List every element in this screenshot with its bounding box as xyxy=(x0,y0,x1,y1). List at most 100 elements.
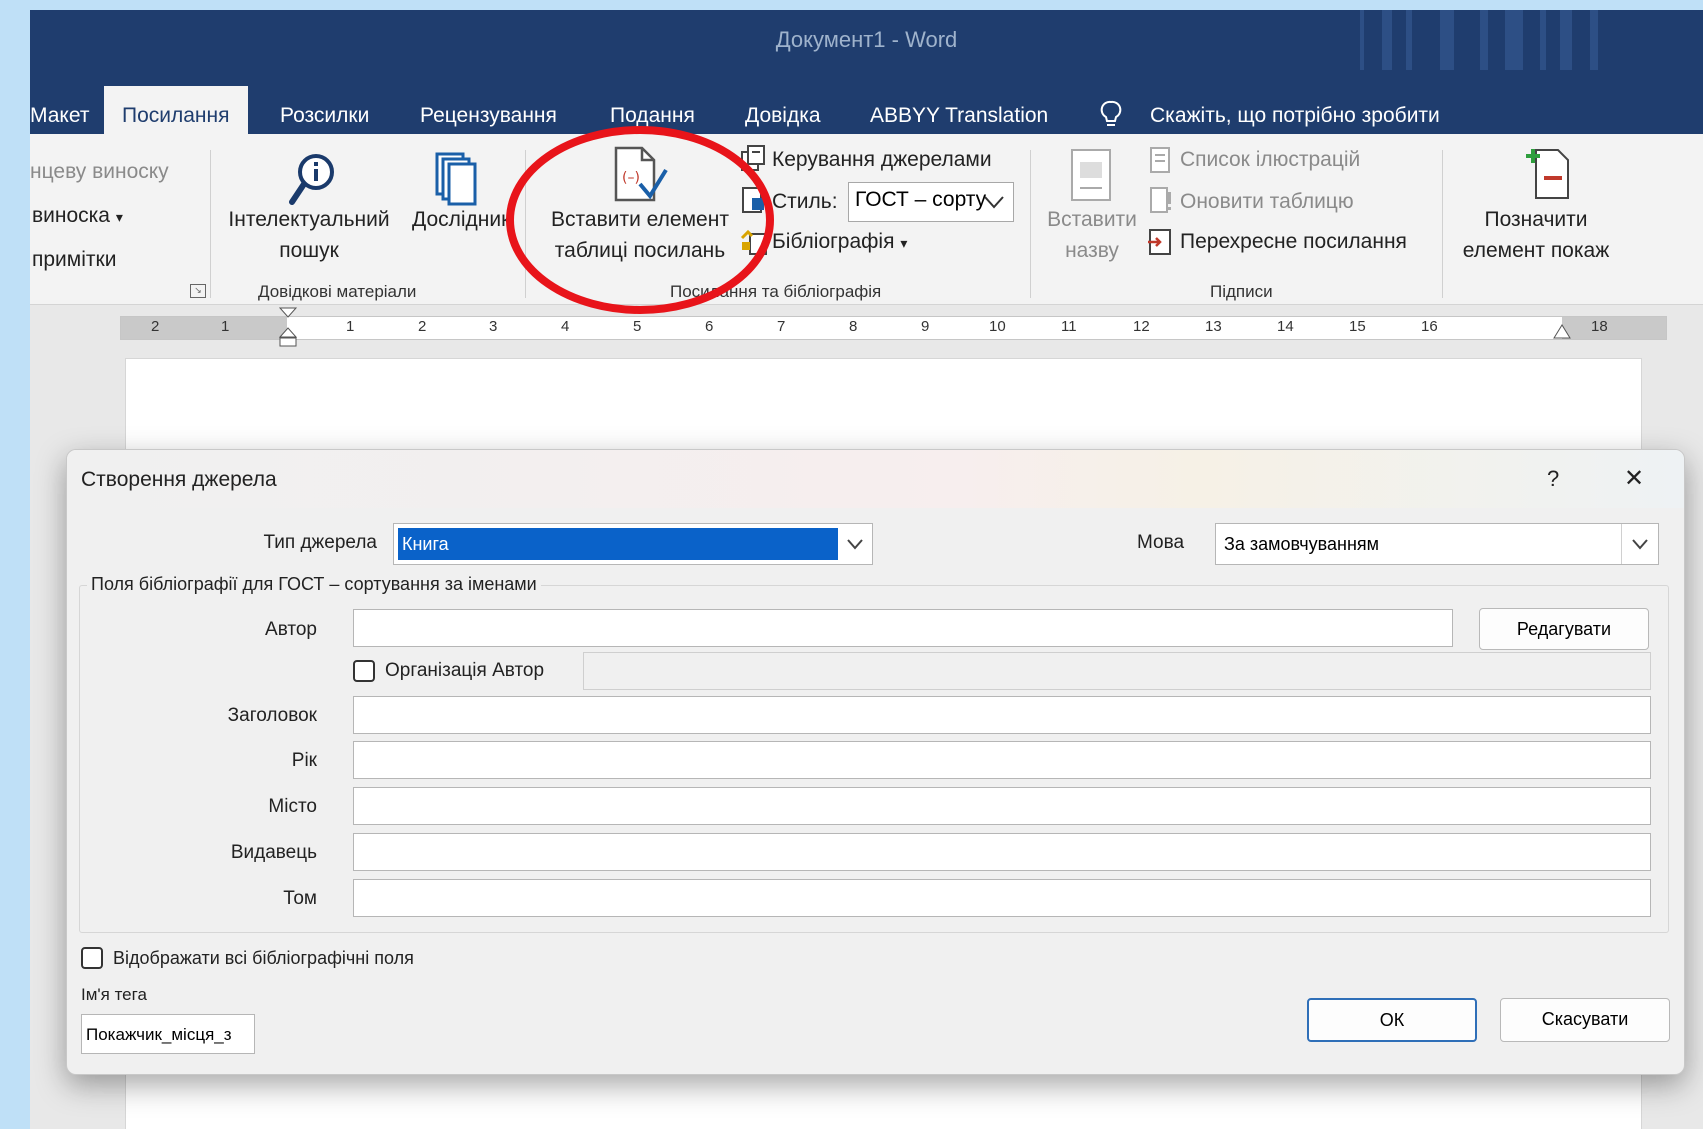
researcher-button[interactable]: Дослідник xyxy=(412,208,510,232)
group-separator xyxy=(1030,150,1031,298)
style-dropdown[interactable]: ГОСТ – сорту xyxy=(848,182,1014,222)
author-input[interactable] xyxy=(353,609,1453,647)
city-label: Місто xyxy=(268,796,317,817)
title-bar: Документ1 - Word xyxy=(30,10,1703,70)
ribbon-references: нцеву виноску виноска ▾ примітки ↘ Інтел… xyxy=(30,134,1703,305)
dialog-title-bar: Створення джерела ? ✕ xyxy=(67,450,1684,508)
cancel-button[interactable]: Скасувати xyxy=(1500,998,1670,1042)
update-table-icon xyxy=(1150,187,1171,213)
language-dropdown[interactable]: За замовчуванням xyxy=(1215,523,1659,565)
ribbon-tab-bar: Макет Посилання Розсилки Рецензування По… xyxy=(30,70,1703,134)
create-source-dialog: Створення джерела ? ✕ Тип джерела Книга … xyxy=(66,449,1685,1075)
mark-entry-button[interactable]: Позначити елемент покаж xyxy=(1456,204,1616,266)
lightbulb-icon xyxy=(1100,100,1122,126)
publisher-input[interactable] xyxy=(353,833,1651,871)
ruler-number: 12 xyxy=(1133,318,1150,335)
ruler-number: 9 xyxy=(921,318,930,335)
smart-lookup-button[interactable]: Інтелектуальний пошук xyxy=(214,204,404,266)
horizontal-ruler[interactable]: 2 1 1 2 3 4 5 6 7 8 9 10 11 12 13 14 15 … xyxy=(120,307,1667,347)
ruler-number: 7 xyxy=(777,318,786,335)
org-author-label: Організація Автор xyxy=(385,660,545,681)
style-dropdown-value: ГОСТ – сорту xyxy=(855,188,987,211)
edit-author-button[interactable]: Редагувати xyxy=(1479,608,1649,650)
group-separator xyxy=(210,150,211,298)
ruler-number: 18 xyxy=(1591,318,1608,335)
ruler-number: 15 xyxy=(1349,318,1366,335)
smart-lookup-label-line2: пошук xyxy=(279,239,339,262)
smart-lookup-label-line1: Інтелектуальний xyxy=(228,208,390,231)
tag-name-input[interactable]: Покажчик_місця_з xyxy=(81,1014,255,1054)
ruler-number: 2 xyxy=(151,318,160,335)
help-button[interactable]: ? xyxy=(1547,466,1559,492)
insert-caption-icon xyxy=(1071,149,1111,201)
ruler-number: 10 xyxy=(989,318,1006,335)
chevron-down-icon xyxy=(984,196,1004,209)
volume-label: Том xyxy=(283,888,317,909)
cross-reference-icon xyxy=(1148,229,1171,255)
ruler-number: 1 xyxy=(221,318,230,335)
mark-entry-label-line1: Позначити xyxy=(1484,208,1588,231)
dialog-title: Створення джерела xyxy=(81,468,277,491)
ruler-number: 8 xyxy=(849,318,858,335)
show-notes-button[interactable]: примітки xyxy=(32,248,116,272)
cross-reference-button[interactable]: Перехресне посилання xyxy=(1180,230,1407,254)
group-label-captions: Підписи xyxy=(1210,282,1273,301)
language-label: Мова xyxy=(1137,532,1185,553)
next-footnote-label: виноска xyxy=(32,204,110,227)
group-label-research: Довідкові матеріали xyxy=(258,282,417,301)
indent-marker-icon[interactable] xyxy=(279,307,297,347)
chevron-down-icon: ▾ xyxy=(900,235,908,251)
close-button[interactable]: ✕ xyxy=(1624,464,1644,493)
style-label: Стиль: xyxy=(772,190,838,213)
mark-entry-label-line2: елемент покаж xyxy=(1462,239,1610,262)
tab-mailings[interactable]: Розсилки xyxy=(280,104,369,128)
source-type-value: Книга xyxy=(398,528,838,560)
show-all-fields-checkbox[interactable] xyxy=(81,947,103,969)
ruler-number: 2 xyxy=(418,318,427,335)
ruler-number: 5 xyxy=(633,318,642,335)
volume-input[interactable] xyxy=(353,879,1651,917)
right-indent-marker-icon[interactable] xyxy=(1553,321,1571,339)
source-type-label: Тип джерела xyxy=(263,532,377,553)
researcher-icon xyxy=(435,152,477,206)
tab-abbyy-translation[interactable]: ABBYY Translation xyxy=(870,104,1048,128)
fields-legend: Поля бібліографії для ГОСТ – сортування … xyxy=(87,574,541,595)
ok-button[interactable]: ОК xyxy=(1307,998,1477,1042)
next-footnote-button[interactable]: виноска ▾ xyxy=(32,204,123,228)
language-dropdown-arrow xyxy=(1621,524,1658,564)
source-type-dropdown[interactable]: Книга xyxy=(393,523,873,565)
insert-caption-button[interactable]: Вставити назву xyxy=(1040,204,1144,266)
author-label: Автор xyxy=(265,619,317,640)
ruler-number: 4 xyxy=(561,318,570,335)
city-input[interactable] xyxy=(353,787,1651,825)
list-of-figures-icon xyxy=(1150,147,1170,173)
year-input[interactable] xyxy=(353,741,1651,779)
ruler-right-margin xyxy=(1562,317,1666,339)
annotation-circle xyxy=(506,126,774,314)
group-separator xyxy=(1442,150,1443,298)
chevron-down-icon: ▾ xyxy=(115,209,123,225)
org-author-checkbox[interactable] xyxy=(353,660,375,682)
insert-endnote-button[interactable]: нцеву виноску xyxy=(30,160,169,184)
publisher-label: Видавець xyxy=(230,842,317,863)
smart-lookup-icon xyxy=(289,154,334,205)
manage-sources-button[interactable]: Керування джерелами xyxy=(772,148,992,172)
window-title: Документ1 - Word xyxy=(775,27,958,52)
ruler-number: 14 xyxy=(1277,318,1294,335)
tell-me-search[interactable]: Скажіть, що потрібно зробити xyxy=(1150,104,1440,128)
ruler-number: 11 xyxy=(1061,318,1077,335)
tab-layout[interactable]: Макет xyxy=(30,104,89,128)
title-input[interactable] xyxy=(353,696,1651,734)
show-all-fields-label: Відображати всі бібліографічні поля xyxy=(113,948,414,968)
bibliography-button[interactable]: Бібліографія ▾ xyxy=(772,230,907,254)
insert-caption-label-line2: назву xyxy=(1065,239,1119,262)
year-label: Рік xyxy=(291,750,317,771)
dialog-launcher-icon[interactable]: ↘ xyxy=(190,284,206,298)
mark-entry-icon xyxy=(1526,149,1569,199)
ruler-number: 3 xyxy=(489,318,498,335)
insert-table-of-figures-button[interactable]: Список ілюстрацій xyxy=(1180,148,1360,172)
tab-references[interactable]: Посилання xyxy=(104,86,248,134)
update-table-button[interactable]: Оновити таблицю xyxy=(1180,190,1354,214)
chevron-down-icon xyxy=(847,539,863,550)
ruler-number: 13 xyxy=(1205,318,1222,335)
